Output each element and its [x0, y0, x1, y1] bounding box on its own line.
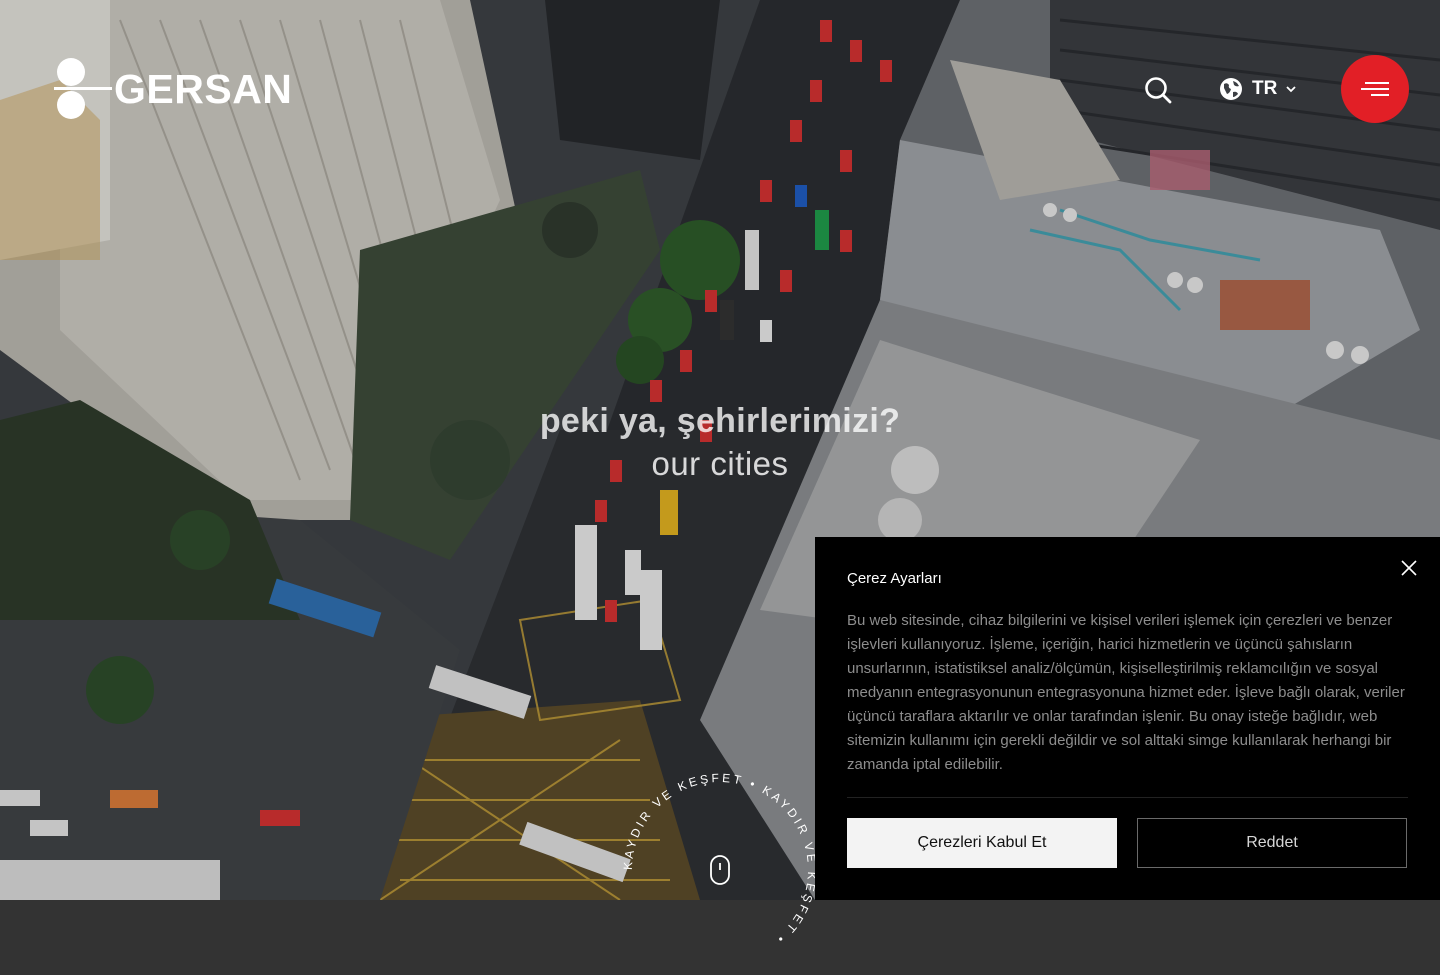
hero-subline: our cities — [651, 445, 789, 482]
cookie-close-button[interactable] — [1398, 557, 1420, 579]
search-button[interactable] — [1142, 74, 1174, 106]
logo-mark-icon — [54, 58, 112, 120]
mouse-icon — [710, 855, 730, 885]
hamburger-icon — [1361, 82, 1389, 96]
menu-button[interactable] — [1341, 55, 1409, 123]
cookie-banner-text: Bu web sitesinde, cihaz bilgilerini ve k… — [847, 612, 1405, 773]
hero-headline: peki ya, şehirlerimizi? — [539, 402, 901, 440]
close-icon — [1401, 560, 1417, 576]
reject-cookies-button[interactable]: Reddet — [1137, 818, 1407, 868]
logo-wordmark: GERSAN — [114, 65, 293, 112]
chevron-down-icon — [1286, 86, 1296, 93]
search-icon — [1145, 77, 1172, 104]
accept-cookies-button[interactable]: Çerezleri Kabul Et — [847, 818, 1117, 868]
language-label: TR — [1252, 78, 1278, 99]
gersan-logo[interactable]: GERSAN — [54, 58, 292, 120]
scroll-ring-text: KAYDIR VE KEŞFET • KAYDIR VE KEŞFET • — [621, 771, 819, 948]
scroll-discover-cue[interactable]: KAYDIR VE KEŞFET • KAYDIR VE KEŞFET • — [620, 770, 820, 970]
cookie-consent-banner: Çerez Ayarları Bu web sitesinde, cihaz b… — [815, 537, 1440, 900]
cookie-banner-divider — [847, 797, 1408, 798]
site-header: GERSAN TR — [0, 0, 1440, 180]
language-selector[interactable]: TR — [1218, 74, 1297, 104]
cookie-banner-title: Çerez Ayarları — [847, 570, 942, 587]
globe-icon — [1220, 78, 1242, 100]
hero-tagline: peki ya, şehirlerimizi? our cities — [0, 402, 1440, 483]
